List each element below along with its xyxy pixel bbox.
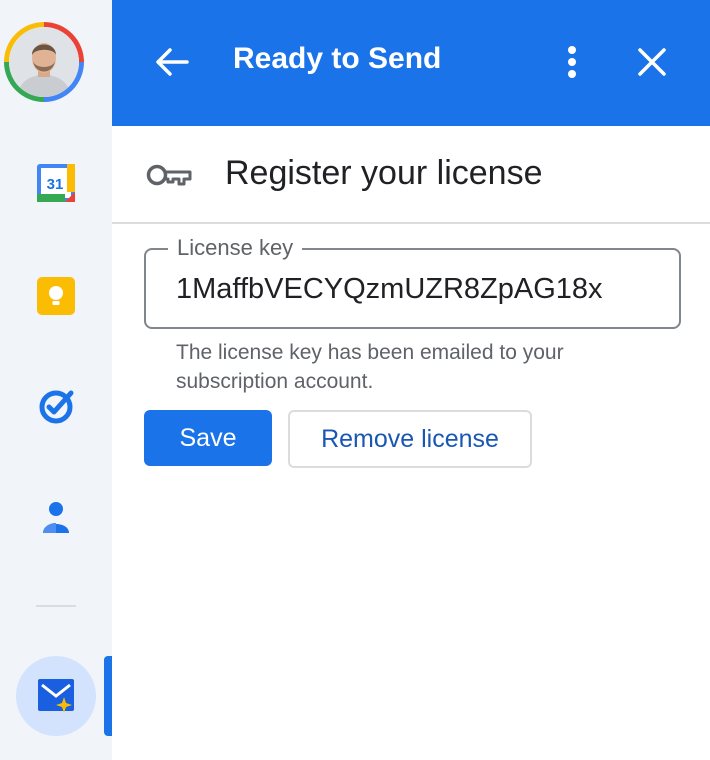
section-title: Register your license — [225, 154, 543, 192]
account-avatar[interactable] — [4, 22, 84, 102]
calendar-date-label: 31 — [47, 176, 64, 193]
license-key-label: License key — [168, 236, 303, 260]
rail-divider — [36, 605, 76, 607]
remove-license-button[interactable]: Remove license — [288, 410, 532, 468]
side-rail: 31 — [0, 0, 112, 760]
tasks-icon[interactable] — [37, 388, 75, 426]
mail-sparkle-icon — [38, 679, 74, 713]
more-vert-icon[interactable] — [557, 40, 587, 84]
panel-header: Ready to Send — [112, 0, 710, 126]
arrow-left-icon[interactable] — [152, 40, 192, 84]
helper-text: The license key has been emailed to your… — [176, 341, 564, 393]
license-key-input[interactable] — [176, 270, 651, 308]
active-indicator — [104, 656, 112, 736]
ready-to-send-addon-button[interactable] — [16, 656, 96, 736]
avatar-photo — [9, 27, 79, 97]
close-icon[interactable] — [632, 42, 672, 82]
register-section-header: Register your license — [112, 126, 710, 224]
contacts-icon[interactable] — [41, 501, 71, 535]
calendar-icon[interactable]: 31 — [37, 164, 75, 202]
keep-icon[interactable] — [37, 277, 75, 315]
save-button[interactable]: Save — [144, 410, 272, 466]
panel-title: Ready to Send — [233, 42, 442, 75]
key-icon — [146, 164, 192, 186]
license-key-field[interactable]: License key — [144, 236, 681, 329]
